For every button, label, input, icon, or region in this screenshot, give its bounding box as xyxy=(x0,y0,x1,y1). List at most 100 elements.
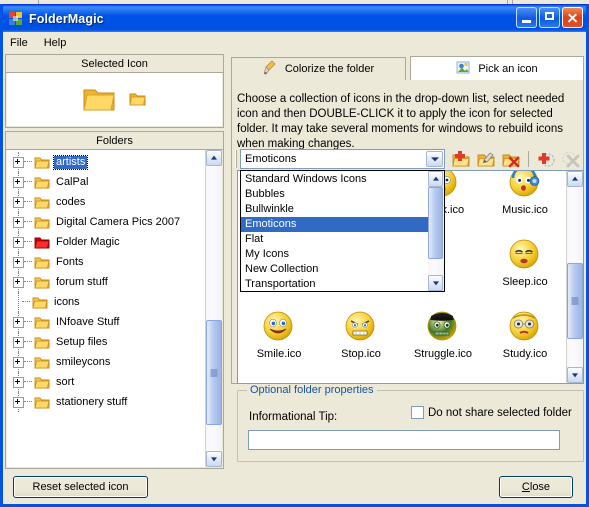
folder-icon xyxy=(34,276,50,289)
expand-toggle-icon[interactable] xyxy=(13,376,24,388)
close-window-button[interactable] xyxy=(562,7,583,28)
menu-item-help[interactable]: Help xyxy=(44,37,67,49)
dropdown-option[interactable]: New Collection xyxy=(241,262,428,277)
tree-item-label: smileycons xyxy=(56,355,111,368)
optional-folder-properties-title: Optional folder properties xyxy=(247,384,377,396)
expand-toggle-icon[interactable] xyxy=(13,356,24,368)
tree-item-smileycons[interactable]: smileycons xyxy=(7,352,205,372)
edit-collection-icon[interactable] xyxy=(475,149,497,170)
icon-grid-cell[interactable]: Sleep.ico xyxy=(484,231,566,303)
tab-pick-an-icon[interactable]: Pick an icon xyxy=(410,56,584,82)
informational-tip-input[interactable] xyxy=(248,430,560,450)
dropdown-scrollbar[interactable] xyxy=(428,171,444,291)
dropdown-option[interactable]: Flat xyxy=(241,232,428,247)
icon-grid-scrollbar[interactable] xyxy=(566,171,583,383)
emoticon-study xyxy=(507,309,543,345)
expand-toggle-icon[interactable] xyxy=(13,396,24,408)
icon-grid-cell[interactable]: Study.ico xyxy=(484,303,566,375)
dropdown-scroll-down-button[interactable] xyxy=(428,275,443,291)
chevron-down-icon[interactable] xyxy=(426,151,443,167)
expand-toggle-icon[interactable] xyxy=(13,336,24,348)
do-not-share-checkbox[interactable] xyxy=(411,406,424,419)
add-icon-icon[interactable] xyxy=(535,149,557,170)
tab-pick-label: Pick an icon xyxy=(478,63,538,75)
tree-item-stationery-stuff[interactable]: stationery stuff xyxy=(7,392,205,412)
expand-toggle-icon[interactable] xyxy=(13,256,24,268)
delete-collection-icon[interactable] xyxy=(500,149,522,170)
tree-item-fonts[interactable]: Fonts xyxy=(7,252,205,272)
informational-tip-field[interactable] xyxy=(249,431,559,449)
tree-item-artists[interactable]: artists xyxy=(7,152,205,172)
tab-colorize-the-folder[interactable]: Colorize the folder xyxy=(231,57,406,81)
grid-scroll-up-button[interactable] xyxy=(567,171,583,187)
menu-item-file[interactable]: File xyxy=(10,37,28,49)
paint-brush-icon xyxy=(263,60,278,78)
icon-grid-cell[interactable]: Struggle.ico xyxy=(402,303,484,375)
tree-item-folder-magic[interactable]: Folder Magic xyxy=(7,232,205,252)
tree-connector xyxy=(24,381,32,383)
maximize-button[interactable] xyxy=(539,7,560,28)
grid-scroll-thumb[interactable] xyxy=(567,263,583,339)
folder-icon xyxy=(34,336,50,349)
grid-scroll-down-button[interactable] xyxy=(567,367,583,383)
dropdown-scroll-thumb[interactable] xyxy=(428,187,443,259)
toolbar-gripper[interactable] xyxy=(234,149,239,169)
folder-tree-items: artists CalPal codes Digital Camera Pics 20… xyxy=(7,150,205,467)
emoticon-stop xyxy=(343,309,379,345)
collection-dropdown-list[interactable]: Standard Windows Icons Bubbles Bullwinkle E… xyxy=(240,170,445,292)
expand-toggle-icon[interactable] xyxy=(13,316,24,328)
tree-item-icons[interactable]: icons xyxy=(7,292,205,312)
expand-toggle-icon[interactable] xyxy=(13,176,24,188)
emoticon-smile xyxy=(261,309,297,345)
close-rest: lose xyxy=(529,481,551,493)
dropdown-option[interactable]: Emoticons xyxy=(241,217,428,232)
reset-selected-icon-button[interactable]: Reset selected icon xyxy=(13,476,148,498)
tree-item-digital-camera-pics-2007[interactable]: Digital Camera Pics 2007 xyxy=(7,212,205,232)
tree-item-setup-files[interactable]: Setup files xyxy=(7,332,205,352)
selected-icon-preview xyxy=(7,73,222,126)
tree-connector xyxy=(24,261,32,263)
collection-combo[interactable]: Emoticons xyxy=(240,149,445,169)
dropdown-option[interactable]: Standard Windows Icons xyxy=(241,172,428,187)
folder-icon xyxy=(34,376,50,389)
collection-toolbar xyxy=(450,148,582,170)
dropdown-option[interactable]: Bubbles xyxy=(241,187,428,202)
close-button[interactable]: Close xyxy=(499,476,573,498)
expand-toggle-icon[interactable] xyxy=(13,216,24,228)
folder-icon xyxy=(32,296,48,309)
add-collection-icon[interactable] xyxy=(450,149,472,170)
minimize-button[interactable] xyxy=(516,7,537,28)
dropdown-options: Standard Windows Icons Bubbles Bullwinkle E… xyxy=(241,171,428,291)
tree-connector xyxy=(24,401,32,403)
close-accel: C xyxy=(521,481,530,493)
dropdown-option[interactable]: My Icons xyxy=(241,247,428,262)
expand-toggle-icon[interactable] xyxy=(13,196,24,208)
icon-grid-cell[interactable]: Stop.ico xyxy=(320,303,402,375)
icon-grid-cell[interactable]: Smile.ico xyxy=(238,303,320,375)
tree-item-codes[interactable]: codes xyxy=(7,192,205,212)
pick-icon xyxy=(456,60,471,78)
menu-bar: File Help xyxy=(3,32,586,53)
folder-tree-scrollbar[interactable] xyxy=(205,150,222,467)
tree-connector xyxy=(24,281,32,283)
tree-item-label: Folder Magic xyxy=(56,235,120,248)
dropdown-scroll-up-button[interactable] xyxy=(428,171,443,187)
tree-item-forum-stuff[interactable]: forum stuff xyxy=(7,272,205,292)
tab-colorize-label: Colorize the folder xyxy=(284,63,375,75)
dropdown-option[interactable]: Bullwinkle xyxy=(241,202,428,217)
dropdown-option[interactable]: Transportation xyxy=(241,277,428,291)
optional-folder-properties-group xyxy=(237,390,584,462)
icon-grid-cell[interactable]: Music.ico xyxy=(484,171,566,231)
expand-toggle-icon[interactable] xyxy=(13,236,24,248)
tree-item-calpal[interactable]: CalPal xyxy=(7,172,205,192)
scroll-up-button[interactable] xyxy=(206,150,222,166)
folder-tree[interactable]: artists CalPal codes Digital Camera Pics 20… xyxy=(7,150,222,467)
selected-icon-title: Selected Icon xyxy=(6,55,223,73)
tree-connector xyxy=(24,241,32,243)
expand-toggle-icon[interactable] xyxy=(13,156,24,168)
expand-toggle-icon[interactable] xyxy=(13,276,24,288)
tree-item-sort[interactable]: sort xyxy=(7,372,205,392)
tree-item-infoave-stuff[interactable]: INfoave Stuff xyxy=(7,312,205,332)
scroll-thumb[interactable] xyxy=(206,320,222,425)
scroll-down-button[interactable] xyxy=(206,451,222,467)
